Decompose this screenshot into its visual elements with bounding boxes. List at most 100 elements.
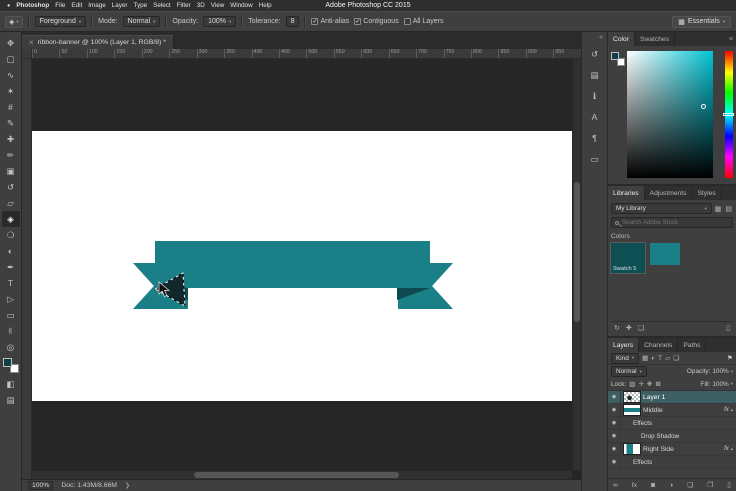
eyedropper-tool[interactable]: ✎ bbox=[2, 115, 20, 131]
visibility-eye-icon[interactable]: ◉ bbox=[608, 404, 621, 416]
menu-file[interactable]: File bbox=[55, 2, 65, 9]
menu-edit[interactable]: Edit bbox=[71, 2, 82, 9]
close-tab-icon[interactable]: × bbox=[29, 38, 34, 47]
add-mask-icon[interactable]: ◙ bbox=[651, 482, 655, 489]
blend-mode-select[interactable]: Normal ▾ bbox=[611, 366, 647, 377]
library-swatch-6[interactable] bbox=[650, 243, 680, 265]
list-view-icon[interactable]: ▤ bbox=[724, 205, 733, 213]
vertical-scrollbar[interactable] bbox=[572, 59, 581, 470]
visibility-eye-icon[interactable]: ◉ bbox=[608, 430, 621, 442]
search-input[interactable] bbox=[622, 219, 729, 226]
panel-menu-icon[interactable]: ≡ bbox=[726, 32, 736, 46]
menu-photoshop[interactable]: Photoshop bbox=[16, 2, 49, 9]
tolerance-input[interactable]: 8 bbox=[286, 16, 300, 27]
lock-pixels-icon[interactable]: ✛ bbox=[638, 380, 643, 388]
new-group-icon[interactable]: ❏ bbox=[638, 324, 644, 332]
paragraph-panel-icon[interactable]: ¶ bbox=[586, 130, 604, 146]
layer-style-icon[interactable]: fx bbox=[632, 482, 637, 489]
tab-color[interactable]: Color bbox=[608, 32, 635, 46]
tab-paths[interactable]: Paths bbox=[678, 338, 706, 352]
horizontal-scrollbar[interactable] bbox=[32, 470, 572, 479]
visibility-eye-icon[interactable]: ◉ bbox=[608, 417, 621, 429]
layer-row-layer-1[interactable]: ◉ Layer 1 bbox=[608, 391, 736, 404]
menu-type[interactable]: Type bbox=[134, 2, 148, 9]
layer-opacity-value[interactable]: 100% bbox=[712, 368, 728, 375]
filter-toggle-icon[interactable]: ⚑ bbox=[727, 354, 733, 362]
crop-tool[interactable]: # bbox=[2, 99, 20, 115]
visibility-eye-icon[interactable]: ◉ bbox=[608, 443, 621, 455]
link-layers-icon[interactable]: ∞ bbox=[613, 482, 618, 489]
pen-tool[interactable]: ✒ bbox=[2, 259, 20, 275]
color-panel-fg-bg-swatches[interactable] bbox=[611, 52, 625, 66]
dodge-tool[interactable]: ◐ bbox=[2, 243, 20, 259]
properties-panel-icon[interactable]: ▤ bbox=[586, 67, 604, 83]
add-content-icon[interactable]: ✚ bbox=[626, 324, 632, 332]
device-preview-panel-icon[interactable]: ▭ bbox=[586, 151, 604, 167]
hue-slider-marker[interactable] bbox=[723, 113, 734, 116]
collapse-effects-icon[interactable]: ▴ bbox=[729, 407, 736, 413]
magic-wand-tool[interactable]: ✶ bbox=[2, 83, 20, 99]
opacity-input[interactable]: 100% ▾ bbox=[203, 16, 236, 27]
tab-swatches[interactable]: Swatches bbox=[635, 32, 675, 46]
layer-filter-select[interactable]: Kind ▾ bbox=[611, 353, 639, 364]
layer-thumbnail[interactable] bbox=[624, 444, 640, 454]
filter-pixel-layers-icon[interactable]: ▦ bbox=[642, 354, 648, 362]
zoom-level-field[interactable]: 100% bbox=[28, 481, 53, 490]
character-panel-icon[interactable]: A bbox=[586, 109, 604, 125]
effects-row[interactable]: ◉ Effects bbox=[608, 417, 736, 430]
screen-mode-button[interactable]: ▤ bbox=[2, 392, 20, 408]
foreground-background-swatches[interactable] bbox=[3, 358, 19, 373]
layer-row-middle[interactable]: ◉ Middle fx ▴ bbox=[608, 404, 736, 417]
quick-mask-button[interactable]: ◧ bbox=[2, 376, 20, 392]
lock-position-icon[interactable]: ✥ bbox=[647, 380, 652, 388]
delete-layer-icon[interactable]: ▯ bbox=[727, 481, 731, 489]
path-selection-tool[interactable]: ▷ bbox=[2, 291, 20, 307]
grid-view-icon[interactable]: ▦ bbox=[714, 205, 723, 213]
blur-tool[interactable]: ❍ bbox=[2, 227, 20, 243]
visibility-eye-icon[interactable]: ◉ bbox=[608, 391, 621, 403]
new-layer-icon[interactable]: ❐ bbox=[707, 481, 713, 489]
layer-thumbnail[interactable] bbox=[624, 405, 640, 415]
lock-all-icon[interactable]: ⊠ bbox=[655, 380, 660, 388]
contiguous-checkbox[interactable]: ✓ Contiguous bbox=[354, 18, 398, 25]
horizontal-scrollbar-thumb[interactable] bbox=[194, 472, 399, 478]
menu-view[interactable]: View bbox=[211, 2, 225, 9]
filter-shape-layers-icon[interactable]: ▱ bbox=[665, 354, 670, 362]
delete-item-icon[interactable]: ▯ bbox=[726, 324, 730, 332]
brush-tool[interactable]: ✏ bbox=[2, 147, 20, 163]
info-panel-icon[interactable]: ℹ bbox=[586, 88, 604, 104]
mode-select[interactable]: Normal ▾ bbox=[123, 16, 161, 27]
move-tool[interactable]: ✥ bbox=[2, 35, 20, 51]
workspace-switcher[interactable]: ▦ Essentials ▾ bbox=[672, 16, 731, 28]
apple-menu-icon[interactable]: ● bbox=[7, 3, 10, 9]
vertical-scrollbar-thumb[interactable] bbox=[574, 182, 580, 322]
menu-select[interactable]: Select bbox=[153, 2, 171, 9]
layer-thumbnail[interactable] bbox=[624, 392, 640, 402]
library-swatch-5[interactable]: Swatch 5 bbox=[611, 243, 645, 273]
hue-slider[interactable] bbox=[725, 51, 733, 178]
marquee-tool[interactable]: ▢ bbox=[2, 51, 20, 67]
document-tab[interactable]: × ribbon-banner @ 100% (Layer 1, RGB/8) … bbox=[22, 35, 174, 49]
history-brush-tool[interactable]: ↺ bbox=[2, 179, 20, 195]
all-layers-checkbox[interactable]: All Layers bbox=[404, 18, 444, 25]
sync-icon[interactable]: ↻ bbox=[614, 324, 620, 332]
type-tool[interactable]: T bbox=[2, 275, 20, 291]
clone-stamp-tool[interactable]: ▣ bbox=[2, 163, 20, 179]
zoom-tool[interactable]: ◎ bbox=[2, 339, 20, 355]
canvas[interactable]: 0 50 100 150 200 250 300 350 400 450 500… bbox=[22, 49, 581, 479]
healing-brush-tool[interactable]: ✚ bbox=[2, 131, 20, 147]
menu-3d[interactable]: 3D bbox=[197, 2, 205, 9]
tool-preset-picker[interactable]: ◈ ▾ bbox=[5, 16, 23, 28]
filter-smart-objects-icon[interactable]: ❏ bbox=[673, 354, 679, 362]
lock-transparency-icon[interactable]: ▨ bbox=[629, 380, 635, 388]
fill-source-select[interactable]: Foreground ▾ bbox=[35, 16, 86, 27]
adjustment-layer-icon[interactable]: ◑ bbox=[669, 482, 673, 489]
tab-styles[interactable]: Styles bbox=[692, 186, 721, 200]
tab-layers[interactable]: Layers bbox=[608, 338, 639, 352]
color-picker-marker[interactable] bbox=[701, 104, 706, 109]
search-box[interactable] bbox=[611, 217, 733, 228]
lasso-tool[interactable]: ∿ bbox=[2, 67, 20, 83]
menu-filter[interactable]: Filter bbox=[177, 2, 191, 9]
menu-image[interactable]: Image bbox=[88, 2, 106, 9]
saturation-brightness-picker[interactable] bbox=[627, 51, 713, 178]
